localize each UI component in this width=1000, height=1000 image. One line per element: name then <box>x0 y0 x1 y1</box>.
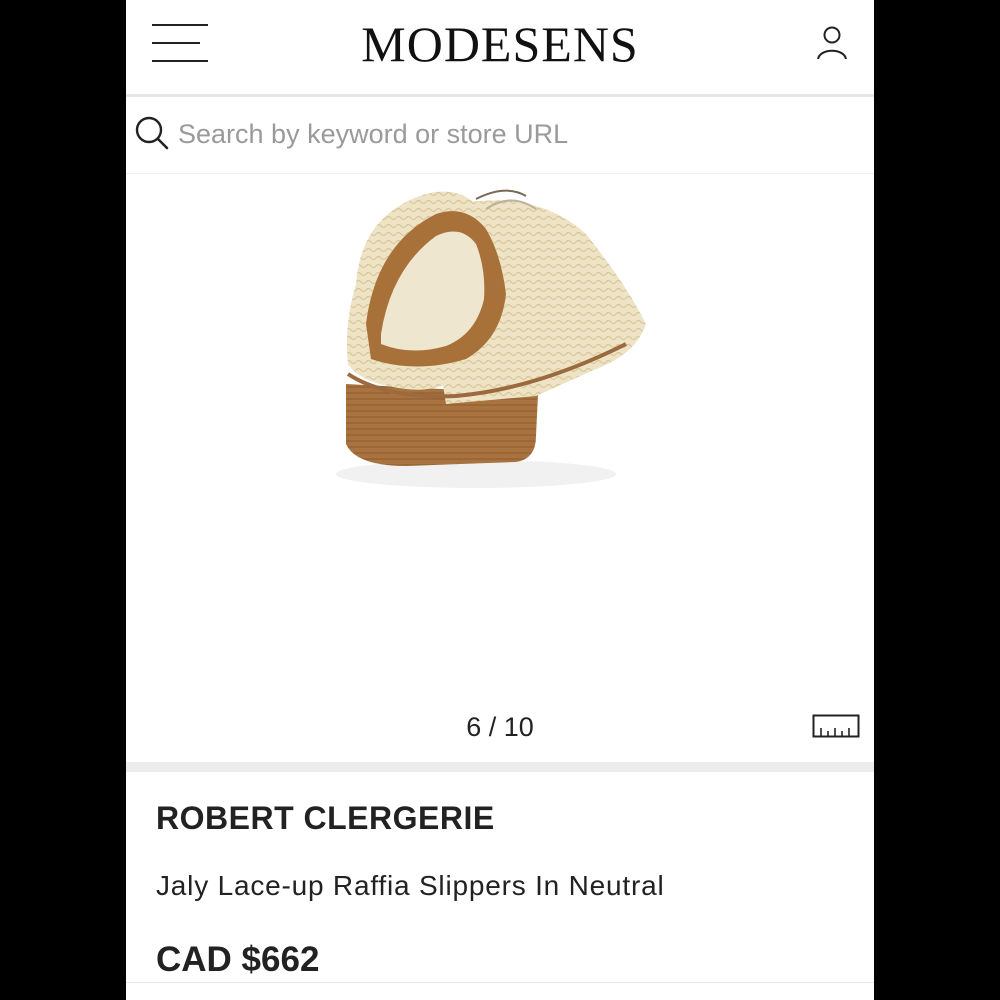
section-divider <box>126 762 874 772</box>
image-counter: 6 / 10 <box>466 712 534 742</box>
search-bar <box>126 97 874 174</box>
top-header: MODESENS <box>126 0 874 97</box>
product-name: Jaly Lace-up Raffia Slippers In Neutral <box>156 870 665 901</box>
search-icon[interactable] <box>134 115 170 151</box>
product-price: CAD $662 <box>156 940 320 979</box>
search-input[interactable] <box>178 115 818 153</box>
user-icon[interactable] <box>814 24 850 64</box>
app-screen: MODESENS Search by keyword or store URL … <box>126 0 874 1000</box>
bottom-divider <box>126 982 874 983</box>
product-brand[interactable]: ROBERT CLERGERIE <box>156 800 495 837</box>
ruler-icon[interactable] <box>812 714 860 740</box>
product-gallery[interactable]: 6 / 10 <box>126 174 874 762</box>
product-image[interactable] <box>326 174 666 504</box>
brand-logo[interactable]: MODESENS <box>126 14 874 74</box>
